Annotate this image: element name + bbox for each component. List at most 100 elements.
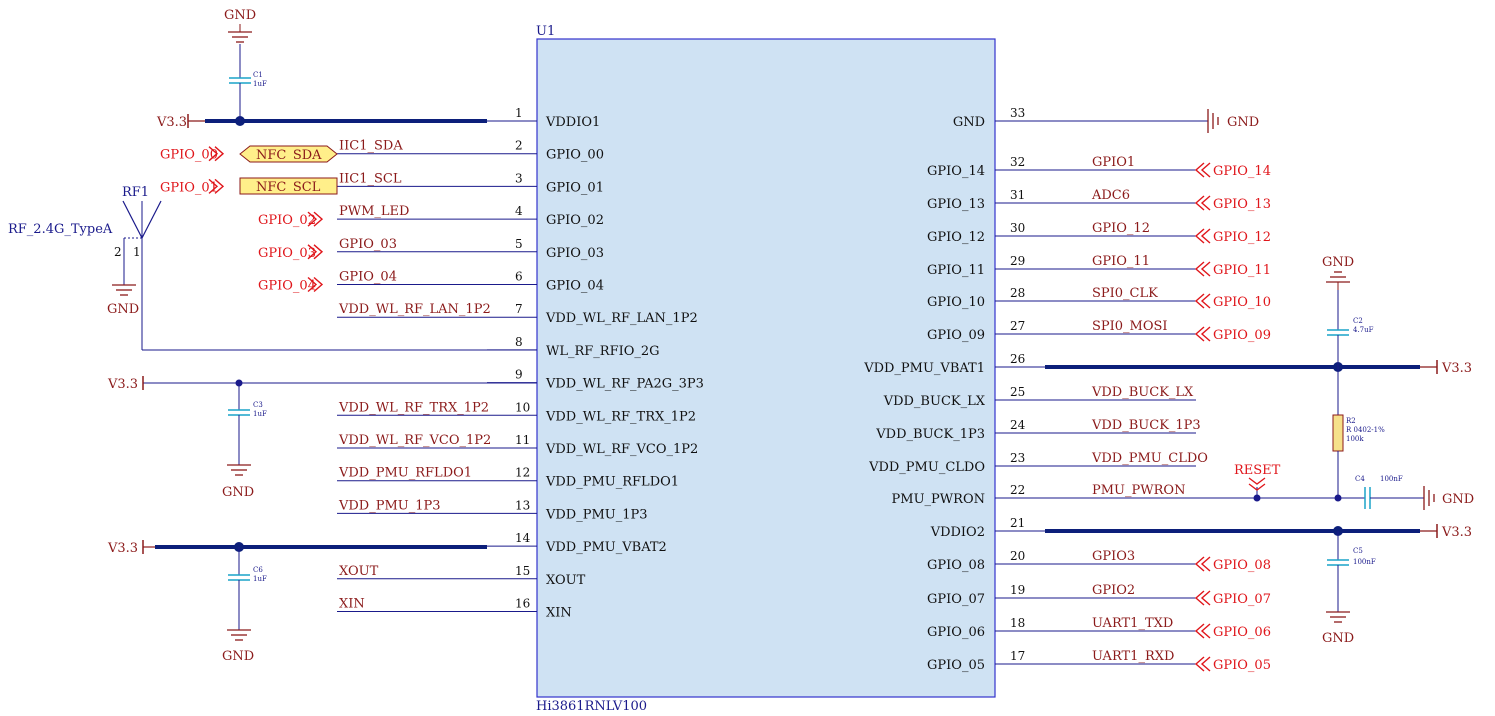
port-gpio-02[interactable]: GPIO_02 <box>258 211 324 228</box>
pin-number: 21 <box>1010 516 1025 530</box>
net-label: UART1_RXD <box>1092 649 1174 664</box>
gnd-label-c5: GND <box>1322 631 1354 646</box>
port-gpio-13[interactable]: GPIO_13 <box>1194 195 1271 212</box>
pin-number: 30 <box>1010 221 1025 235</box>
pin-number: 28 <box>1010 286 1025 300</box>
c4-value: 100nF <box>1380 475 1403 483</box>
gnd-label-c4: GND <box>1442 492 1474 507</box>
pin-name: VDD_PMU_RFLDO1 <box>545 475 679 490</box>
port-gpio-11[interactable]: GPIO_11 <box>1194 261 1271 278</box>
pin-number: 11 <box>515 433 530 447</box>
port-gpio-07[interactable]: GPIO_07 <box>1194 590 1271 607</box>
port-gpio-12[interactable]: GPIO_12 <box>1194 228 1271 245</box>
pin-number: 13 <box>515 498 530 512</box>
pin-name: GPIO_13 <box>927 197 985 212</box>
pin-name: GPIO_07 <box>927 592 985 607</box>
pin-name: GPIO_05 <box>927 658 985 673</box>
r2-body[interactable] <box>1332 414 1344 452</box>
net-label: ADC6 <box>1091 188 1130 203</box>
pin-name: GPIO_06 <box>927 625 985 640</box>
c2-value: 4.7uF <box>1353 326 1374 334</box>
port-gpio-04[interactable]: GPIO_04 <box>258 276 324 294</box>
port-label: GPIO_09 <box>1213 328 1271 343</box>
net-label: SPI0_CLK <box>1092 286 1158 301</box>
net-label: VDD_WL_RF_VCO_1P2 <box>338 433 491 448</box>
pin-name: VDD_BUCK_1P3 <box>875 427 985 442</box>
net-label: UART1_TXD <box>1092 616 1173 631</box>
gnd-label-c6: GND <box>222 649 254 664</box>
v33-label-pin9: V3.3 <box>107 377 138 392</box>
pin-name: VDD_WL_RF_VCO_1P2 <box>545 442 698 457</box>
pin-name: GPIO_11 <box>927 263 985 278</box>
port-gpio-09[interactable]: GPIO_09 <box>1194 326 1271 343</box>
pin-number: 9 <box>515 368 523 382</box>
port-label: GPIO_04 <box>258 279 316 294</box>
vbat2-net: V3.3 C6 1uF GND <box>107 540 487 664</box>
pin-number: 7 <box>515 302 523 316</box>
pin-name: VDD_BUCK_LX <box>883 394 986 409</box>
chip-designator: U1 <box>536 24 555 39</box>
nfc-sda-label[interactable]: NFC_SDA <box>239 145 338 163</box>
pin-number: 25 <box>1010 385 1025 399</box>
pin-name: GPIO_10 <box>927 295 985 310</box>
port-gpio-00[interactable]: GPIO_00 <box>160 146 225 163</box>
port-label: GPIO_01 <box>160 180 218 195</box>
c3-value: 1uF <box>253 410 267 418</box>
pin-name: GPIO_02 <box>546 213 604 228</box>
pin-name: VDD_PMU_VBAT1 <box>863 361 985 376</box>
port-gpio-08[interactable]: GPIO_08 <box>1194 556 1271 573</box>
c4-ref: C4 <box>1355 475 1365 483</box>
gnd-pin33: GND <box>1045 109 1259 133</box>
port-gpio-06[interactable]: GPIO_06 <box>1194 623 1271 640</box>
pin-number: 33 <box>1010 106 1025 120</box>
net-label: VDD_PMU_RFLDO1 <box>338 466 472 481</box>
pin-number: 5 <box>515 237 523 251</box>
port-label: GPIO_03 <box>258 246 316 261</box>
port-gpio-01[interactable]: GPIO_01 <box>160 178 225 195</box>
net-label: GPIO_04 <box>339 270 397 285</box>
port-label: GPIO_06 <box>1213 625 1271 640</box>
reset-label: RESET <box>1234 463 1281 478</box>
pin-number: 16 <box>515 597 530 611</box>
gnd-label-c3: GND <box>222 485 254 500</box>
c1-ref: C1 <box>253 71 263 79</box>
c6-ref: C6 <box>253 566 263 574</box>
port-gpio-03[interactable]: GPIO_03 <box>258 244 324 261</box>
gnd-symbol-c1 <box>228 24 252 43</box>
pin-name: GPIO_14 <box>927 164 985 179</box>
net-label: IIC1_SCL <box>339 171 402 186</box>
pin-name: GPIO_09 <box>927 328 985 343</box>
port-label: GPIO_05 <box>1213 658 1271 673</box>
nfc-scl-label[interactable]: NFC_SCL <box>239 177 338 195</box>
net-label: GPIO3 <box>1092 549 1135 564</box>
pin-number: 14 <box>515 531 531 545</box>
antenna-type: RF_2.4G_TypeA <box>8 222 113 237</box>
c3-ref: C3 <box>253 401 263 409</box>
pin-number: 17 <box>1010 649 1025 663</box>
net-label: VDD_WL_RF_LAN_1P2 <box>338 302 491 317</box>
port-gpio-05[interactable]: GPIO_05 <box>1194 656 1271 673</box>
c1-value: 1uF <box>253 80 267 88</box>
pin-number: 1 <box>515 106 523 120</box>
gnd-symbol-antenna <box>112 284 136 296</box>
port-gpio-14[interactable]: GPIO_14 <box>1194 162 1271 179</box>
svg-text:NFC_SCL: NFC_SCL <box>256 180 321 195</box>
pin-name: GPIO_12 <box>927 230 985 245</box>
antenna-rf1[interactable]: RF1 RF_2.4G_TypeA 2 1 GND <box>8 185 537 351</box>
pin-name: VDD_PMU_CLDO <box>868 460 985 475</box>
port-label: GPIO_11 <box>1213 263 1271 278</box>
net-label: VDD_PMU_CLDO <box>1091 451 1208 466</box>
net-label: IIC1_SDA <box>339 139 403 154</box>
svg-text:NFC_SDA: NFC_SDA <box>256 148 322 163</box>
r2-ref: R2 <box>1346 417 1356 425</box>
pin-name: GPIO_00 <box>546 148 604 163</box>
port-label: GPIO_07 <box>1213 592 1271 607</box>
chip-part-number: Hi3861RNLV100 <box>536 699 647 714</box>
port-gpio-10[interactable]: GPIO_10 <box>1194 293 1271 310</box>
v33-label-pin14: V3.3 <box>107 541 138 556</box>
v33-label-pin21: V3.3 <box>1441 525 1472 540</box>
pin-name: VDD_PMU_VBAT2 <box>545 540 667 555</box>
pin-number: 32 <box>1010 155 1025 169</box>
gnd-label-antenna: GND <box>107 302 139 317</box>
antenna-ref: RF1 <box>122 185 149 200</box>
